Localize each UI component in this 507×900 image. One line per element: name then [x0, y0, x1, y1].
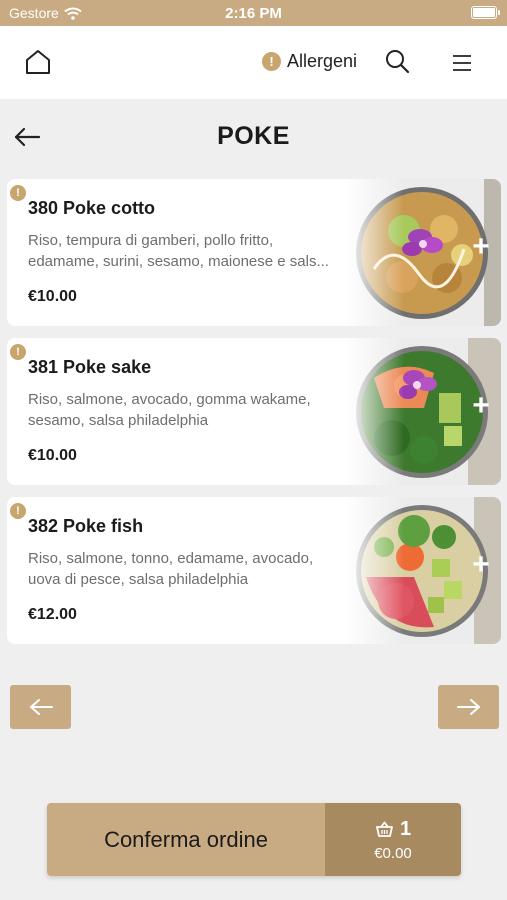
- add-to-cart-button[interactable]: +: [470, 391, 492, 421]
- product-card[interactable]: ! 380 Poke cotto Riso, tempura di gamber…: [7, 179, 501, 326]
- status-bar: Gestore 2:16 PM: [0, 0, 507, 26]
- arrow-left-icon: [29, 699, 53, 715]
- confirm-order-button[interactable]: Conferma ordine: [47, 803, 325, 876]
- top-bar: ! Allergeni: [0, 26, 507, 99]
- product-card[interactable]: ! 381 Poke sake Riso, salmone, avocado, …: [7, 338, 501, 485]
- status-time: 2:16 PM: [225, 5, 282, 22]
- alert-icon: !: [10, 185, 26, 201]
- product-name: 380 Poke cotto: [28, 198, 156, 218]
- previous-page-button[interactable]: [10, 685, 71, 729]
- add-to-cart-button[interactable]: +: [470, 550, 492, 580]
- order-bar: Conferma ordine 1 €0.00: [47, 803, 461, 876]
- alert-icon: !: [10, 344, 26, 360]
- arrow-right-icon: [456, 699, 480, 715]
- search-icon[interactable]: [384, 48, 410, 74]
- cart-total: €0.00: [374, 844, 412, 862]
- allergens-button[interactable]: ! Allergeni: [262, 51, 357, 72]
- product-name: 381 Poke sake: [28, 357, 152, 377]
- product-description: Riso, salmone, tonno, edamame, avocado, …: [28, 550, 314, 588]
- product-description: Riso, salmone, avocado, gomma wakame, se…: [28, 391, 311, 429]
- product-description: Riso, tempura di gamberi, pollo fritto, …: [28, 232, 329, 270]
- page-title: POKE: [217, 122, 290, 150]
- alert-icon: !: [262, 52, 281, 71]
- next-page-button[interactable]: [438, 685, 499, 729]
- product-name: 382 Poke fish: [28, 516, 144, 536]
- product-price: €12.00: [28, 606, 77, 623]
- allergens-label: Allergeni: [287, 51, 358, 71]
- cart-summary: 1: [375, 818, 411, 841]
- add-to-cart-button[interactable]: +: [470, 232, 492, 262]
- basket-icon: [376, 821, 393, 837]
- alert-icon: !: [10, 503, 26, 519]
- cart-count: 1: [399, 817, 412, 840]
- battery-icon: [471, 6, 500, 19]
- product-card[interactable]: ! 382 Poke fish Riso, salmone, tonno, ed…: [7, 497, 501, 644]
- home-icon[interactable]: [24, 48, 52, 76]
- product-price: €10.00: [28, 447, 77, 464]
- hamburger-menu-icon[interactable]: [450, 51, 474, 75]
- cart-button[interactable]: 1 €0.00: [325, 803, 461, 876]
- product-price: €10.00: [28, 288, 77, 305]
